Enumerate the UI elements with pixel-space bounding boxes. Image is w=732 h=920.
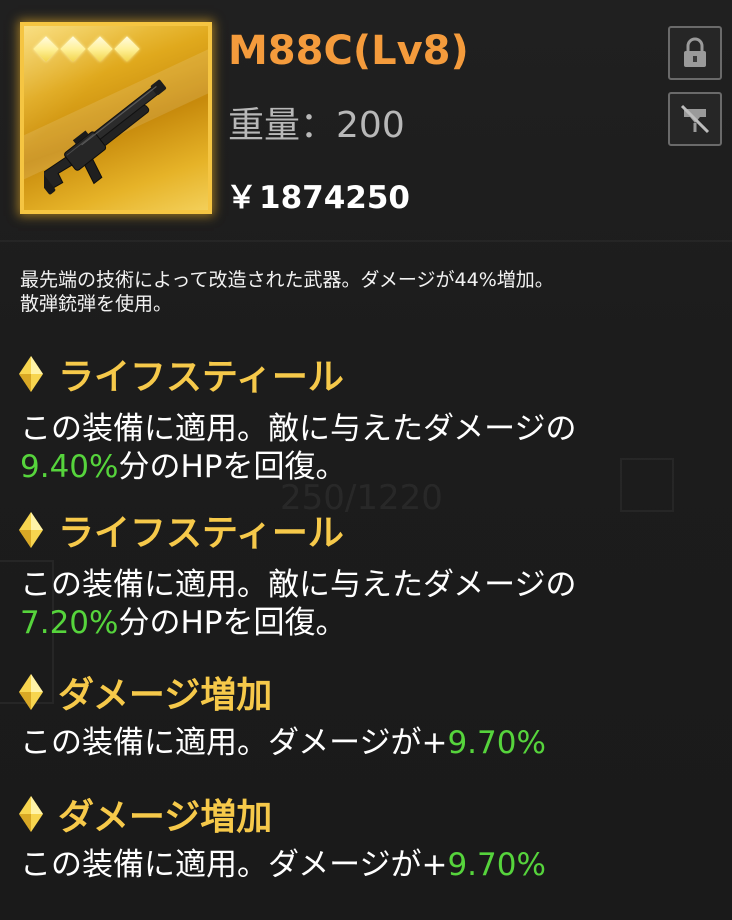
weight-label: 重量： — [228, 105, 337, 146]
diamond-icon — [19, 512, 43, 548]
item-name: M88C(Lv8) — [228, 28, 469, 74]
effect-value: 9.70% — [447, 725, 546, 761]
rarity-star-icon — [60, 36, 86, 62]
rarity-star-icon — [114, 36, 140, 62]
effect-description-line: この装備に適用。ダメージが+9.70% — [20, 846, 720, 884]
yen-icon: ￥ — [226, 180, 257, 216]
effect-description-line: この装備に適用。敵に与えたダメージの — [20, 567, 577, 603]
effect-description-line: 7.20%分のHPを回復。 — [20, 604, 720, 642]
rarity-star-icon — [33, 36, 59, 62]
effect-value: 9.40% — [20, 449, 119, 485]
effect-title: ダメージ増加 — [18, 788, 272, 840]
effect-value: 9.70% — [447, 847, 546, 883]
diamond-icon — [19, 356, 43, 392]
effect-title-text: ライフスティール — [58, 513, 344, 554]
item-weight: 重量：200 — [228, 96, 405, 148]
effect-title: ライフスティール — [18, 348, 344, 400]
effect-title-text: ダメージ増加 — [58, 675, 273, 716]
effect-suffix: 分のHPを回復。 — [118, 449, 347, 485]
lock-button[interactable] — [668, 26, 722, 80]
effect-prefix: この装備に適用。ダメージが+ — [20, 725, 448, 761]
header-divider — [0, 240, 732, 242]
item-detail-panel: 250/1220 M88C(Lv8) 重量：200 ￥1874250 最先端の技… — [0, 0, 732, 920]
effect-description-line: 9.40%分のHPを回復。 — [20, 448, 720, 486]
rarity-stars — [33, 36, 140, 62]
effect-suffix: 分のHPを回復。 — [118, 605, 347, 641]
weight-value: 200 — [336, 105, 405, 146]
unequip-button[interactable] — [668, 92, 722, 146]
effect-description-line: この装備に適用。敵に与えたダメージの — [20, 411, 577, 447]
item-icon-frame — [20, 22, 212, 214]
effect-title: ライフスティール — [18, 504, 344, 556]
effect-description: この装備に適用。ダメージが+9.70% — [20, 724, 720, 762]
item-description: 最先端の技術によって改造された武器。ダメージが44%増加。 散弾銃弾を使用。 — [20, 268, 720, 316]
effect-title-text: ダメージ増加 — [58, 797, 273, 838]
item-price: ￥1874250 — [226, 172, 410, 217]
description-line: 散弾銃弾を使用。 — [20, 293, 173, 315]
effect-description: この装備に適用。敵に与えたダメージの 9.40%分のHPを回復。 — [20, 410, 720, 486]
flag-off-icon — [680, 104, 710, 134]
price-value: 1874250 — [259, 180, 410, 216]
description-line: 最先端の技術によって改造された武器。ダメージが44%増加。 — [20, 269, 554, 291]
effect-description-line: この装備に適用。ダメージが+9.70% — [20, 724, 720, 762]
diamond-icon — [19, 674, 43, 710]
effect-title: ダメージ増加 — [18, 666, 272, 718]
effect-description: この装備に適用。敵に与えたダメージの 7.20%分のHPを回復。 — [20, 566, 720, 642]
effect-description: この装備に適用。ダメージが+9.70% — [20, 846, 720, 884]
effect-title-text: ライフスティール — [58, 357, 344, 398]
shotgun-icon — [44, 79, 167, 195]
effect-prefix: この装備に適用。ダメージが+ — [20, 847, 448, 883]
diamond-icon — [19, 796, 43, 832]
lock-icon — [684, 37, 706, 67]
effect-value: 7.20% — [20, 605, 119, 641]
rarity-star-icon — [87, 36, 113, 62]
